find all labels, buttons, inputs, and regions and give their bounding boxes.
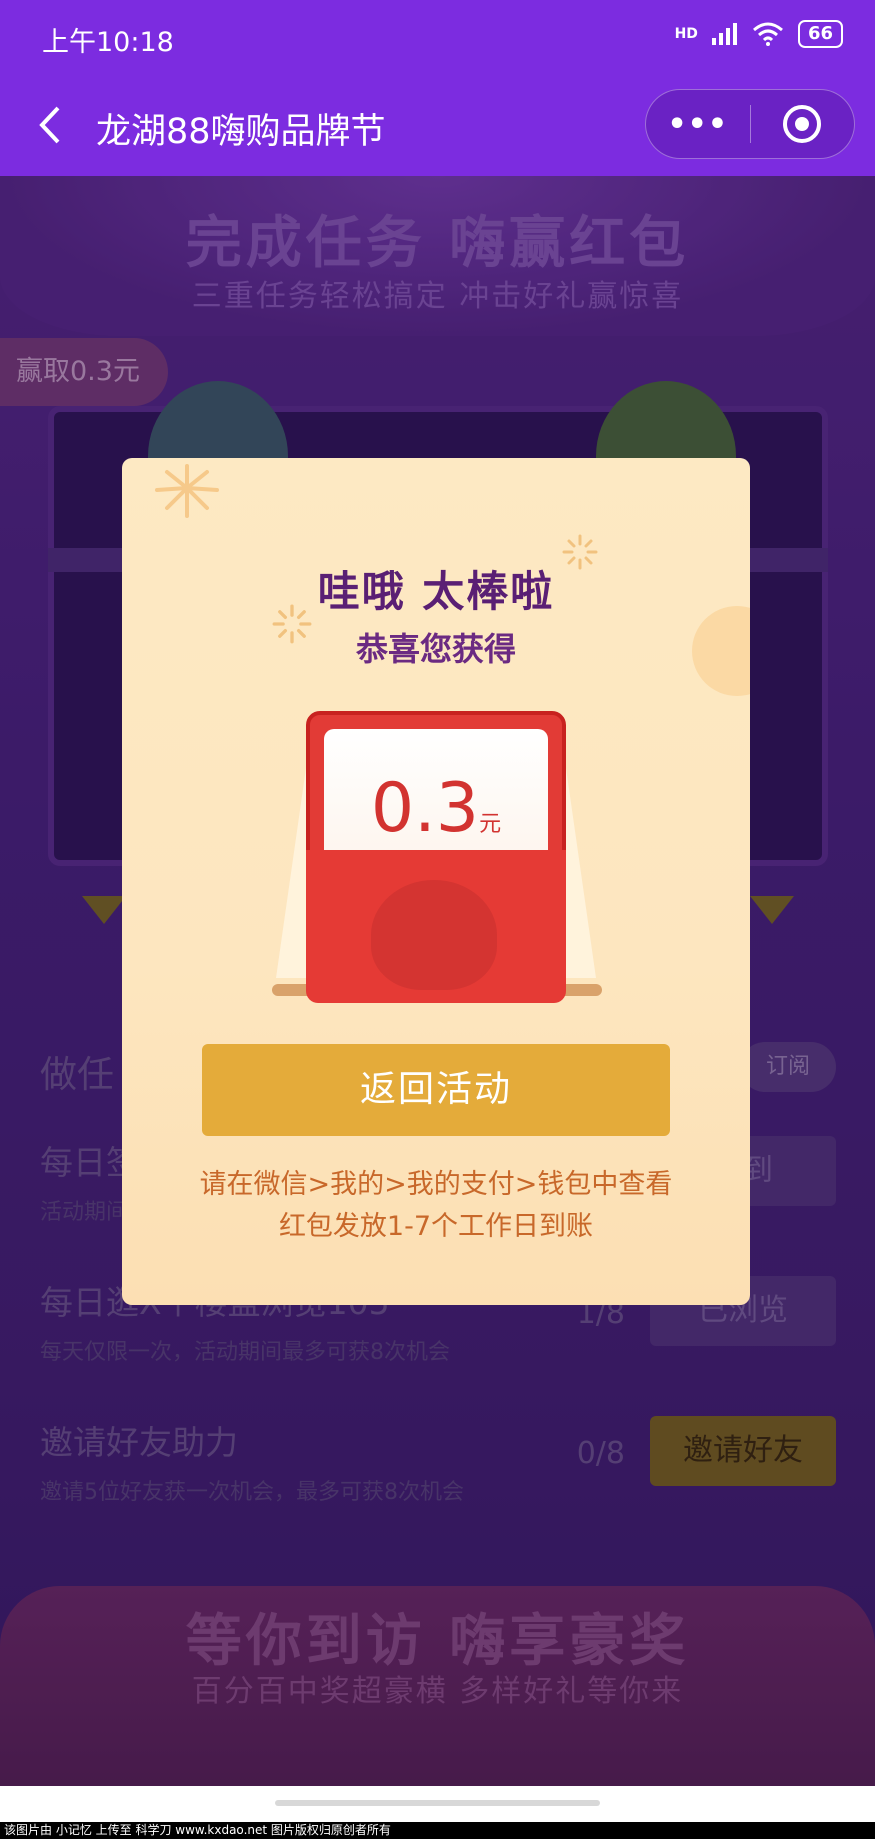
amount-unit: 元 <box>479 812 502 837</box>
top-bar: 上午10:18 HD 66 龙湖88嗨购品牌节 ••• <box>0 0 875 176</box>
wallet-note: 请在微信>我的>我的支付>钱包中查看 <box>199 1169 673 1200</box>
back-arrow-icon[interactable] <box>32 100 72 150</box>
target-icon <box>783 105 822 143</box>
payout-note: 红包发放1-7个工作日到账 <box>278 1211 594 1242</box>
wifi-icon <box>752 22 783 46</box>
home-bar <box>0 1786 875 1822</box>
more-menu-button[interactable]: ••• <box>646 107 750 142</box>
reward-amount: 0.3元 <box>324 769 548 848</box>
status-icons: HD 66 <box>675 20 843 48</box>
modal-subtitle: 恭喜您获得 <box>355 630 516 668</box>
close-mini-program-button[interactable] <box>751 105 855 143</box>
red-envelope: 0.3元 <box>306 711 566 1003</box>
page-title: 龙湖88嗨购品牌节 <box>96 112 386 152</box>
reward-modal: 哇哦 太棒啦 恭喜您获得 0.3元 返回活动 请在微信>我的>我的支付>钱包中查… <box>122 458 750 1305</box>
watermark-text: 该图片由 小记忆 上传至 科学刀 www.kxdao.net 图片版权归原创者所… <box>0 1822 875 1839</box>
home-indicator[interactable] <box>275 1800 600 1806</box>
mini-program-capsule: ••• <box>645 89 855 159</box>
network-type: HD <box>674 26 698 42</box>
status-time: 上午10:18 <box>42 27 174 58</box>
return-to-activity-button[interactable]: 返回活动 <box>202 1044 670 1136</box>
firework-icon <box>155 464 219 518</box>
dragon-logo-icon <box>371 880 497 990</box>
battery-indicator: 66 <box>797 20 843 48</box>
signal-icon <box>711 23 737 45</box>
envelope-front <box>306 850 566 1003</box>
modal-title: 哇哦 太棒啦 <box>317 567 555 616</box>
amount-value: 0.3 <box>370 769 480 848</box>
